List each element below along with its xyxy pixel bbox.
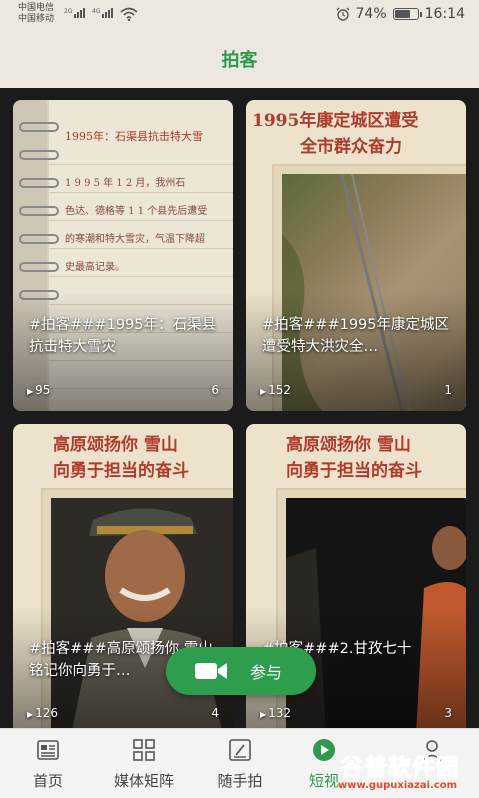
alarm-icon	[336, 7, 350, 21]
signal-icon-1: 2G	[64, 8, 86, 18]
thumb-line: 色达、德格等 1 1 个县先后遭受	[65, 206, 208, 217]
page-title: 拍客	[221, 50, 258, 71]
carrier-info: 中国电信 中国移动	[18, 3, 54, 25]
play-icon: ▶	[27, 710, 34, 719]
item-count: 6	[211, 383, 219, 397]
thumb-heading: 向勇于担当的奋斗	[286, 461, 422, 481]
nav-item-home[interactable]: 首页	[24, 729, 72, 798]
edit-icon	[229, 739, 251, 761]
item-count: 4	[211, 706, 219, 720]
play-count: ▶ 132	[260, 706, 292, 720]
item-count: 3	[444, 706, 452, 720]
play-icon: ▶	[260, 710, 267, 719]
news-icon	[37, 740, 59, 760]
nav-label: 媒体矩阵	[113, 772, 174, 790]
play-count: ▶ 152	[260, 383, 292, 397]
card-meta: ▶ 132 3	[260, 706, 452, 720]
thumb-heading: 向勇于担当的奋斗	[53, 461, 189, 481]
card-meta: ▶ 152 1	[260, 383, 452, 397]
thumb-heading: 1995年：石渠县抗击特大雪	[65, 130, 203, 143]
header: 拍客	[0, 30, 479, 88]
play-icon: ▶	[27, 387, 34, 396]
nav-label: 首页	[32, 772, 63, 790]
watermark-url: www.gupuxiazai.com	[338, 780, 458, 791]
card-caption: #拍客###1995年：石渠县抗击特大雪灾	[29, 317, 216, 355]
battery-percent: 74%	[355, 6, 387, 22]
carrier-1: 中国电信	[18, 3, 55, 13]
watermark-brand: 谷普软件园	[340, 755, 460, 782]
battery-icon	[392, 8, 422, 20]
thumb-line: 的寒潮和特大雪灾，气温下降超	[65, 234, 205, 245]
thumb-line: 1 9 9 5 年 1 2 月，我州石	[65, 178, 186, 189]
grid-icon	[133, 739, 155, 761]
play-icon: ▶	[260, 387, 267, 396]
item-count: 1	[444, 383, 452, 397]
card-meta: ▶ 126 4	[27, 706, 219, 720]
play-count: ▶ 126	[27, 706, 59, 720]
join-button[interactable]: 参与	[166, 647, 316, 695]
watermark: 谷普软件园 www.gupuxiazai.com	[330, 748, 479, 798]
thumb-heading: 高原颂扬你 雪山	[286, 435, 411, 455]
signal-icon-2: 4G	[92, 8, 114, 18]
nav-label: 随手拍	[217, 772, 263, 790]
video-card-1[interactable]: 1995年：石渠县抗击特大雪 1 9 9 5 年 1 2 月，我州石 色达、德格…	[13, 100, 233, 411]
thumb-heading: 高原颂扬你 雪山	[53, 435, 178, 455]
thumb-heading: 1995年康定城区遭受	[252, 111, 419, 131]
video-card-2[interactable]: 1995年康定城区遭受 全市群众奋力 #拍客###1995年康定城区遭受特大洪灾…	[246, 100, 466, 411]
wifi-icon	[120, 7, 138, 21]
card-meta: ▶ 95 6	[27, 383, 219, 397]
video-camera-icon	[195, 663, 227, 679]
nav-item-media-matrix[interactable]: 媒体矩阵	[104, 729, 184, 798]
status-bar: 中国电信 中国移动 2G 4G 74% 16:14	[0, 0, 479, 30]
carrier-2: 中国移动	[18, 14, 55, 24]
card-caption: #拍客###1995年康定城区遭受特大洪灾全…	[262, 317, 449, 355]
clock: 16:14	[424, 6, 465, 22]
nav-item-snapshot[interactable]: 随手拍	[208, 729, 272, 798]
video-grid: 1995年：石渠县抗击特大雪 1 9 9 5 年 1 2 月，我州石 色达、德格…	[0, 88, 479, 728]
thumb-line: 史最高记录。	[65, 262, 125, 273]
join-button-label: 参与	[250, 663, 283, 682]
thumb-heading: 全市群众奋力	[300, 137, 402, 157]
play-count: ▶ 95	[27, 383, 51, 397]
